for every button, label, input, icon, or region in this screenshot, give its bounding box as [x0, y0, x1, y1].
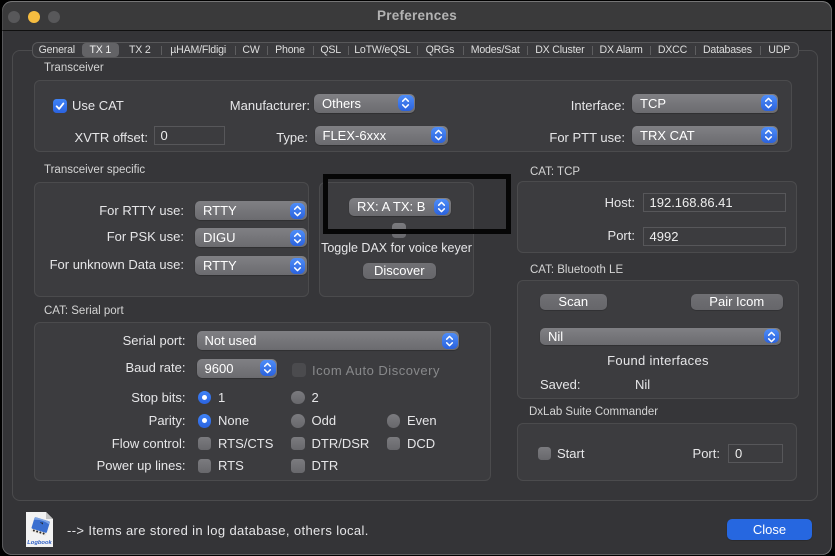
svg-text:Logbook: Logbook [27, 540, 52, 546]
